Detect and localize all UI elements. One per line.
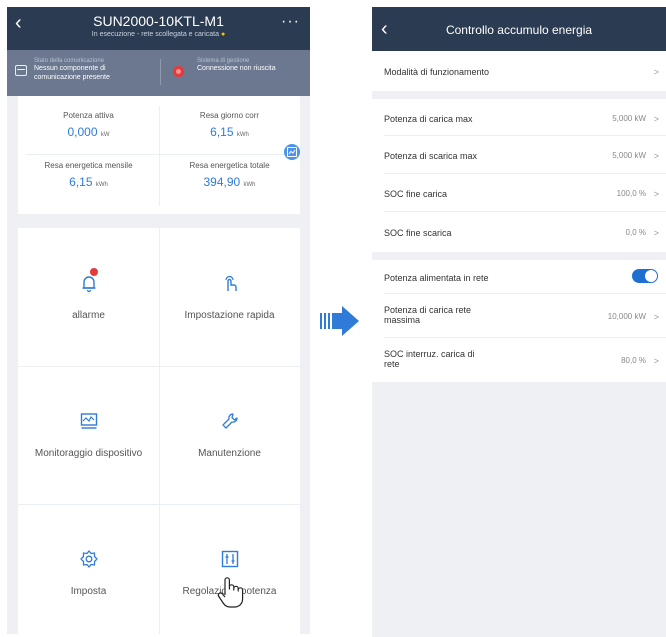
- stat-label: Resa giorno corr: [199, 111, 260, 120]
- row-label-line1: Potenza di carica rete: [384, 305, 472, 315]
- management-system-status[interactable]: Sistema di gestione Connessione non rius…: [197, 58, 307, 73]
- more-menu-icon[interactable]: ···: [281, 13, 300, 31]
- function-grid: allarme Impostazione rapida Monitoraggio…: [18, 228, 300, 634]
- row-label: Modalità di funzionamento: [384, 67, 490, 77]
- communication-value-line1: Nessun componente di: [34, 65, 106, 72]
- alarm-bell-icon: [18, 273, 159, 293]
- app-header: ‹ SUN2000-10KTL-M1 In esecuzione - rete …: [7, 7, 310, 50]
- management-alarm-icon: [173, 66, 184, 77]
- main-screen: ‹ SUN2000-10KTL-M1 In esecuzione - rete …: [7, 7, 310, 634]
- pointing-hand-icon: [215, 575, 245, 614]
- row-label: Potenza di scarica max: [384, 151, 478, 161]
- row-max-discharge-power[interactable]: Potenza di scarica max 5,000 kW >: [372, 136, 666, 174]
- stat-unit: kWh: [95, 182, 108, 188]
- stat-value-row: 0,000 kW: [18, 125, 159, 139]
- tile-settings[interactable]: Imposta: [18, 504, 159, 634]
- row-label: SOC fine carica: [384, 189, 448, 199]
- tap-finger-icon: [159, 273, 300, 293]
- tile-power-adjustment[interactable]: Regolazione potenza: [159, 504, 300, 634]
- device-status: In esecuzione - rete scollegata e carica…: [7, 31, 310, 38]
- row-value: 80,0 %: [621, 356, 646, 365]
- stat-value-row: 394,90 kWh: [159, 175, 300, 189]
- chevron-right-icon: >: [653, 67, 659, 77]
- chevron-right-icon: >: [653, 228, 659, 238]
- status-divider: [160, 59, 161, 85]
- communication-icon: [15, 65, 27, 76]
- row-label-block: Potenza di carica rete massima: [384, 305, 471, 325]
- row-max-charge-power[interactable]: Potenza di carica max 5,000 kW >: [372, 99, 666, 136]
- stat-label: Resa energetica mensile: [44, 161, 133, 170]
- grid-feed-toggle[interactable]: [632, 269, 658, 283]
- wrench-icon: [159, 411, 300, 431]
- row-value: 0,0 %: [625, 228, 646, 237]
- stat-value: 6,15: [210, 125, 234, 139]
- chevron-right-icon: >: [653, 151, 659, 161]
- row-label-line2: massima: [384, 315, 421, 325]
- transition-arrow-icon: [320, 304, 360, 343]
- app-header: ‹ Controllo accumulo energia: [372, 7, 666, 51]
- row-value: 5,000 kW: [612, 114, 646, 123]
- row-soc-end-charge[interactable]: SOC fine carica 100,0 % >: [372, 174, 666, 212]
- stat-value-row: 6,15 kWh: [18, 175, 159, 189]
- stat-active-power: Potenza attiva 0,000 kW: [18, 111, 159, 139]
- sliders-icon: [159, 549, 300, 569]
- row-value: 10,000 kW: [607, 312, 646, 321]
- communication-value-line2: comunicazione presente: [34, 74, 110, 81]
- chevron-right-icon: >: [653, 312, 659, 322]
- row-value: 5,000 kW: [612, 151, 646, 160]
- stat-value-row: 6,15 kWh: [159, 125, 300, 139]
- row-grid-feed-power: Potenza alimentata in rete: [372, 260, 666, 294]
- row-label-block: SOC interruz. carica di rete: [384, 349, 475, 369]
- stat-label: Potenza attiva: [63, 111, 114, 120]
- stat-daily-yield: Resa giorno corr 6,15 kWh: [159, 111, 300, 139]
- stat-value: 394,90: [203, 175, 241, 189]
- stat-label: Resa energetica totale: [189, 161, 270, 170]
- stat-value: 6,15: [69, 175, 93, 189]
- status-dot-icon: ●: [220, 31, 226, 38]
- tile-label: Imposta: [70, 586, 107, 597]
- row-label-line2: rete: [384, 359, 400, 369]
- row-label: Potenza di carica max: [384, 114, 473, 124]
- tile-label: Monitoraggio dispositivo: [34, 448, 143, 459]
- management-value: Connessione non riuscita: [197, 65, 276, 72]
- device-status-text: In esecuzione - rete scollegata e carica…: [91, 31, 220, 38]
- stat-unit: kWh: [243, 182, 256, 188]
- row-value: 100,0 %: [616, 189, 646, 198]
- tile-device-monitoring[interactable]: Monitoraggio dispositivo: [18, 366, 159, 504]
- stat-unit: kW: [100, 132, 110, 138]
- stat-total-yield: Resa energetica totale 394,90 kWh: [159, 161, 300, 189]
- row-max-grid-charge-power[interactable]: Potenza di carica rete massima 10,000 kW …: [372, 294, 666, 338]
- tile-label: Manutenzione: [198, 448, 261, 459]
- row-label: SOC fine scarica: [384, 228, 452, 238]
- stat-unit: kWh: [236, 132, 249, 138]
- chevron-right-icon: >: [653, 189, 659, 199]
- chevron-right-icon: >: [653, 114, 659, 124]
- communication-status[interactable]: Stato della comunicazione Nessun compone…: [34, 58, 154, 82]
- stat-value: 0,000: [67, 125, 98, 139]
- device-title: SUN2000-10KTL-M1: [93, 13, 224, 29]
- stat-monthly-yield: Resa energetica mensile 6,15 kWh: [18, 161, 159, 189]
- row-operating-mode[interactable]: Modalità di funzionamento >: [372, 51, 666, 91]
- tile-alarm[interactable]: allarme: [18, 228, 159, 366]
- row-label-line1: SOC interruz. carica di: [384, 349, 475, 359]
- tile-maintenance[interactable]: Manutenzione: [159, 366, 300, 504]
- alarm-badge: [90, 268, 98, 276]
- gear-icon: [18, 549, 159, 569]
- row-soc-grid-charge-cutoff[interactable]: SOC interruz. carica di rete 80,0 % >: [372, 338, 666, 382]
- tile-label: allarme: [72, 310, 105, 321]
- row-soc-end-discharge[interactable]: SOC fine scarica 0,0 % >: [372, 212, 666, 252]
- monitor-icon: [18, 411, 159, 431]
- energy-storage-screen: ‹ Controllo accumulo energia Modalità di…: [372, 7, 666, 637]
- page-title: Controllo accumulo energia: [445, 23, 593, 37]
- tile-quick-settings[interactable]: Impostazione rapida: [159, 228, 300, 366]
- chevron-right-icon: >: [653, 356, 659, 366]
- row-label: Potenza alimentata in rete: [384, 273, 489, 283]
- chart-icon[interactable]: [284, 144, 300, 160]
- status-bar: Stato della comunicazione Nessun compone…: [7, 50, 310, 96]
- tile-label: Impostazione rapida: [184, 310, 275, 321]
- energy-stats-card: Potenza attiva 0,000 kW Resa giorno corr…: [18, 96, 300, 214]
